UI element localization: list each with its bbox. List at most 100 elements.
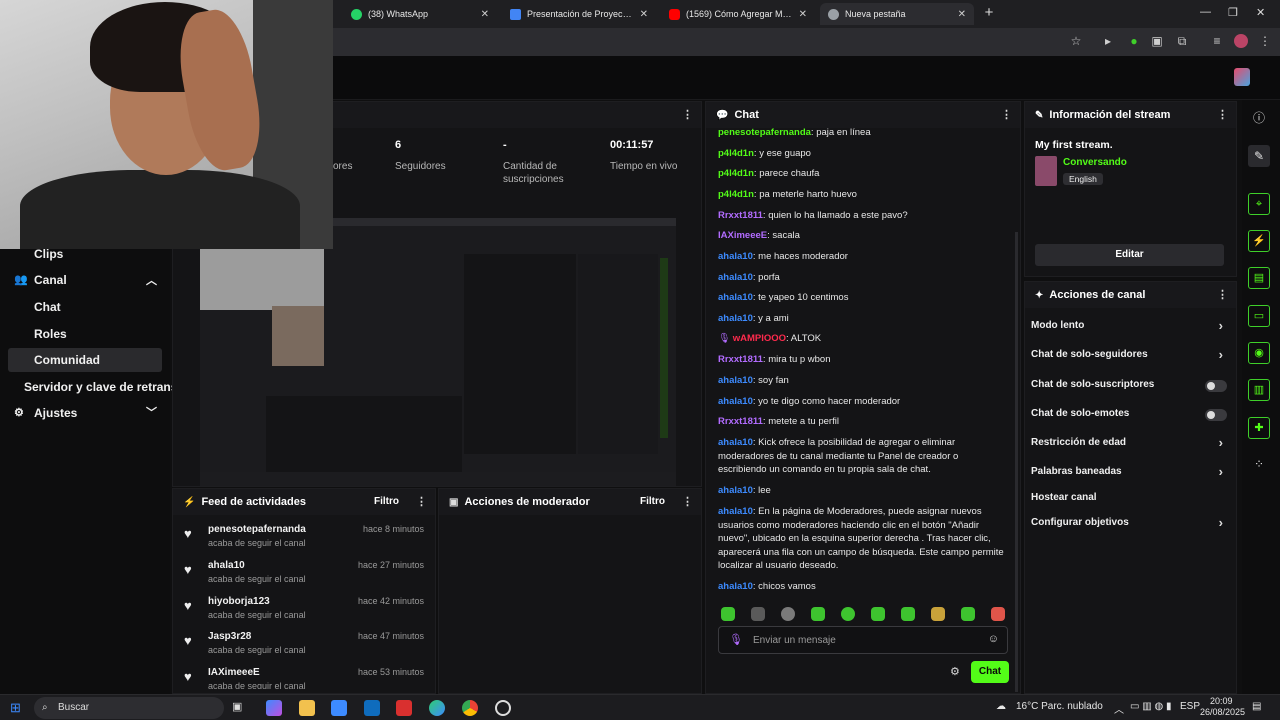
- subscribers-only-toggle[interactable]: [1205, 380, 1227, 392]
- chat-username[interactable]: ahala10: [718, 506, 753, 517]
- language-indicator[interactable]: ESP: [1180, 701, 1200, 712]
- close-icon[interactable]: ✕: [481, 9, 489, 20]
- emote-icon[interactable]: [961, 607, 975, 621]
- sidebar-item-canal[interactable]: Canal: [34, 273, 67, 287]
- chat-username[interactable]: p4l4d1n: [718, 148, 754, 159]
- close-icon[interactable]: ✕: [958, 9, 966, 20]
- chat-username[interactable]: p4l4d1n: [718, 168, 754, 179]
- layout-icon[interactable]: ▥: [1248, 379, 1270, 401]
- focus-icon[interactable]: ⌖: [1248, 193, 1270, 215]
- outlook-icon[interactable]: [364, 700, 380, 716]
- microphone-icon[interactable]: 🎙: [729, 633, 743, 646]
- emote-icon[interactable]: [751, 607, 765, 621]
- edit-stream-button[interactable]: Editar: [1035, 244, 1224, 266]
- chat-message-input[interactable]: 🎙 Enviar un mensaje ☺: [718, 626, 1008, 654]
- action-solo-seguidores[interactable]: Chat de solo-seguidores ›: [1031, 347, 1227, 365]
- chat-username[interactable]: ahala10: [718, 292, 753, 303]
- more-options-icon[interactable]: ⋮: [1217, 288, 1228, 301]
- reading-list-icon[interactable]: ≡: [1210, 34, 1224, 48]
- action-configurar-objetivos[interactable]: Configurar objetivos ›: [1031, 515, 1227, 533]
- weather-text[interactable]: 16°C Parc. nublado: [1016, 701, 1103, 712]
- action-modo-lento[interactable]: Modo lento ›: [1031, 318, 1227, 336]
- stream-preview-video[interactable]: [200, 218, 676, 486]
- wrench-icon[interactable]: ✚: [1248, 417, 1270, 439]
- send-chat-button[interactable]: Chat: [971, 661, 1009, 683]
- feed-username[interactable]: hiyoborja123: [208, 596, 270, 607]
- extension-icon[interactable]: ▣: [1150, 34, 1164, 48]
- app-red-icon[interactable]: [396, 700, 412, 716]
- chevron-up-icon[interactable]: ︿: [1114, 701, 1124, 716]
- emote-icon[interactable]: [931, 607, 945, 621]
- chat-username[interactable]: IAXimeeeE: [718, 230, 767, 241]
- chat-username[interactable]: ahala10: [718, 251, 753, 262]
- chat-username[interactable]: penesotepafernanda: [718, 127, 811, 138]
- chat-username[interactable]: Rrxxt1811: [718, 210, 763, 221]
- pencil-icon[interactable]: ✎: [1248, 145, 1270, 167]
- maximize-icon[interactable]: ❐: [1228, 6, 1238, 19]
- chat-username[interactable]: ahala10: [718, 272, 753, 283]
- extension-green-icon[interactable]: ●: [1127, 34, 1141, 48]
- moderator-filter-button[interactable]: Filtro: [640, 496, 665, 507]
- feed-username[interactable]: ahala10: [208, 560, 245, 571]
- feed-username[interactable]: IAXimeeeE: [208, 667, 260, 678]
- chevron-down-icon[interactable]: ﹀: [146, 404, 157, 420]
- new-tab-button[interactable]: +: [980, 4, 998, 22]
- chat-username[interactable]: ahala10: [718, 396, 753, 407]
- action-hostear-canal[interactable]: Hostear canal: [1031, 492, 1227, 508]
- emote-icon[interactable]: [991, 607, 1005, 621]
- minimize-icon[interactable]: —: [1200, 6, 1211, 18]
- emote-icon[interactable]: [721, 607, 735, 621]
- file-explorer-icon[interactable]: [299, 700, 315, 716]
- emote-icon[interactable]: [871, 607, 885, 621]
- emote-icon[interactable]: [811, 607, 825, 621]
- chevron-up-icon[interactable]: ︿: [146, 272, 157, 288]
- sidebar-item-servidor[interactable]: Servidor y clave de retrans: [24, 380, 177, 394]
- chat-username[interactable]: Rrxxt1811: [718, 354, 763, 365]
- info-icon[interactable]: ⓘ: [1250, 109, 1268, 127]
- store-icon[interactable]: [331, 700, 347, 716]
- action-palabras-baneadas[interactable]: Palabras baneadas ›: [1031, 464, 1227, 482]
- sidebar-item-comunidad[interactable]: Comunidad: [34, 353, 100, 367]
- chat-username[interactable]: ahala10: [718, 313, 753, 324]
- broadcast-icon[interactable]: ◉: [1248, 342, 1270, 364]
- sidebar-item-ajustes[interactable]: Ajustes: [34, 406, 77, 420]
- stream-category[interactable]: Conversando: [1063, 157, 1127, 168]
- feed-username[interactable]: penesotepafernanda: [208, 524, 306, 535]
- emotes-only-toggle[interactable]: [1205, 409, 1227, 421]
- more-options-icon[interactable]: ⋮: [1217, 108, 1228, 121]
- windows-start-icon[interactable]: ⊞: [10, 700, 21, 716]
- sidebar-item-roles[interactable]: Roles: [34, 327, 67, 341]
- puzzle-icon[interactable]: ⧉: [1175, 34, 1189, 48]
- profile-avatar[interactable]: [1234, 34, 1248, 48]
- chat-username[interactable]: ahala10: [718, 581, 753, 592]
- apps-icon[interactable]: ⁘: [1250, 455, 1268, 473]
- emote-icon[interactable]: [901, 607, 915, 621]
- chat-username[interactable]: ahala10: [718, 485, 753, 496]
- more-options-icon[interactable]: ⋮: [416, 495, 427, 508]
- chat-username[interactable]: wAMPIOOO: [733, 333, 786, 344]
- close-icon[interactable]: ✕: [640, 9, 648, 20]
- user-avatar[interactable]: [1234, 68, 1250, 86]
- notification-icon[interactable]: ▤: [1252, 701, 1261, 712]
- action-restriccion-edad[interactable]: Restricción de edad ›: [1031, 435, 1227, 453]
- menu-icon[interactable]: ⋮: [1258, 34, 1272, 48]
- chat-username[interactable]: Rrxxt1811: [718, 416, 763, 427]
- close-icon[interactable]: ✕: [799, 9, 807, 20]
- more-options-icon[interactable]: ⋮: [682, 495, 693, 508]
- chat-username[interactable]: p4l4d1n: [718, 189, 754, 200]
- clock-time[interactable]: 20:09: [1210, 696, 1233, 706]
- document-icon[interactable]: ▤: [1248, 267, 1270, 289]
- tab-nueva-pestana[interactable]: Nueva pestaña ✕: [820, 3, 974, 25]
- chat-scrollbar[interactable]: [1015, 232, 1018, 692]
- tab-whatsapp[interactable]: (38) WhatsApp ✕: [343, 3, 497, 25]
- chat-icon[interactable]: ▭: [1248, 305, 1270, 327]
- obs-icon[interactable]: [495, 700, 511, 716]
- taskbar-search[interactable]: ⌕ Buscar: [34, 697, 224, 719]
- sidebar-item-chat[interactable]: Chat: [34, 300, 61, 314]
- copilot-icon[interactable]: [266, 700, 282, 716]
- sidebar-item-clips[interactable]: Clips: [34, 247, 63, 261]
- chat-username[interactable]: ahala10: [718, 375, 753, 386]
- more-options-icon[interactable]: ⋮: [1001, 108, 1012, 121]
- more-options-icon[interactable]: ⋮: [682, 108, 693, 121]
- chat-username[interactable]: ahala10: [718, 437, 753, 448]
